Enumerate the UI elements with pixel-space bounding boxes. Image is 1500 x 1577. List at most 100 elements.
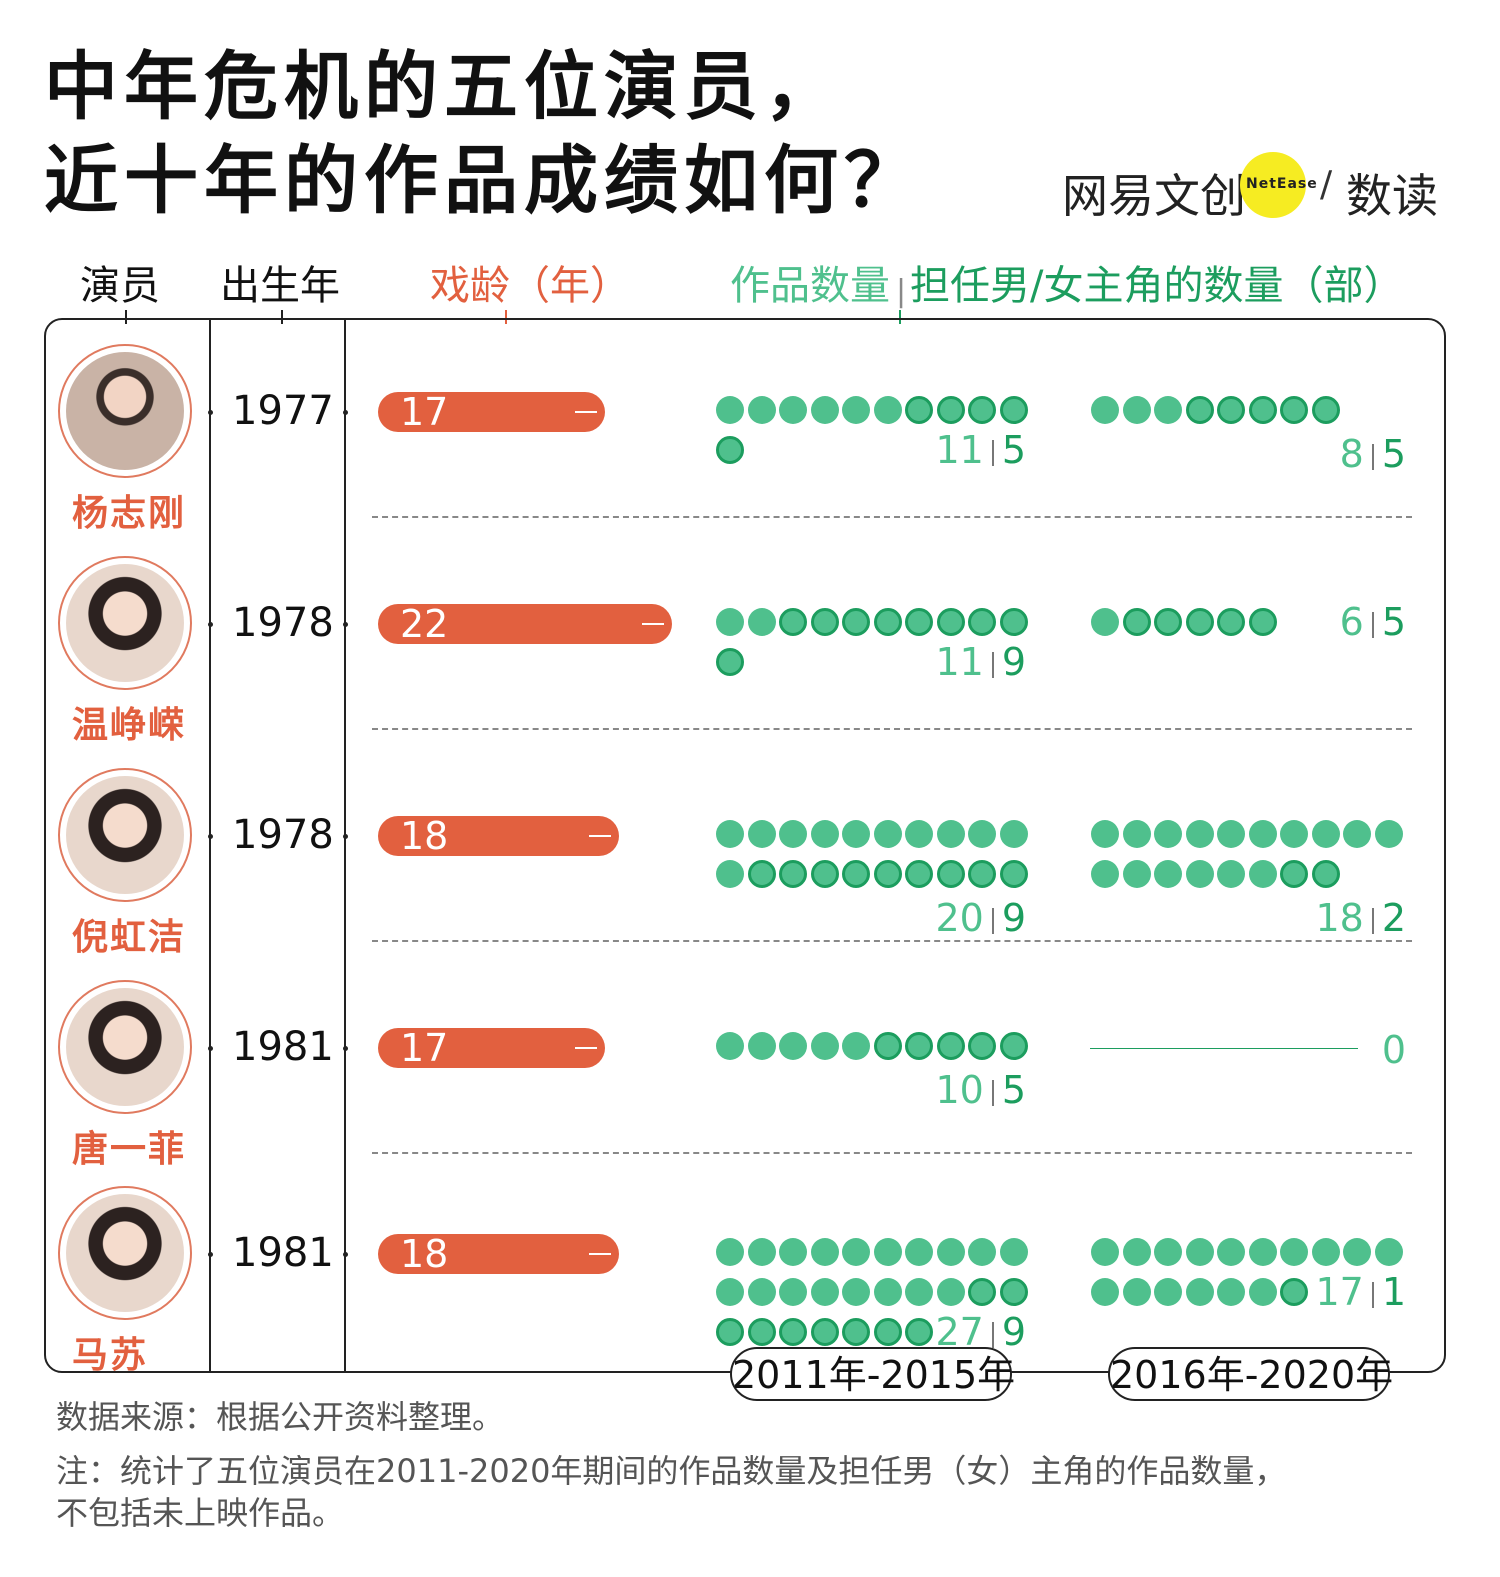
career-bar-label: 18 <box>400 814 449 858</box>
lead-role-dot <box>747 860 776 888</box>
count-label-2011_2015: 10 5 <box>935 1070 1026 1110</box>
work-dot <box>905 820 933 848</box>
lead-role-dot <box>968 396 996 424</box>
count-label-2011_2015: 11 5 <box>935 430 1026 470</box>
footer-note-line-1: 注：统计了五位演员在2011-2020年期间的作品数量及担任男（女）主角的作品数… <box>56 1452 1287 1490</box>
count-divider <box>991 439 994 466</box>
work-dot <box>716 396 744 424</box>
lead-role-dot <box>873 608 902 636</box>
works-count: 17 <box>1315 1270 1364 1314</box>
lead-role-dot <box>716 436 744 464</box>
career-bar: 18 <box>378 814 619 858</box>
lead-role-dot <box>968 860 996 888</box>
avatar-photo <box>66 988 184 1106</box>
lead-role-dot <box>1185 608 1214 636</box>
work-dot <box>1217 1238 1245 1266</box>
avatar <box>58 1186 192 1320</box>
work-dot <box>1374 1238 1403 1266</box>
header-works: 作品数量 <box>730 263 890 309</box>
lead-role-dot <box>810 608 839 636</box>
work-dot <box>810 820 839 848</box>
lead-role-dot <box>747 1318 776 1346</box>
avatar <box>58 344 192 478</box>
row-separator <box>372 728 1412 730</box>
work-dot <box>1311 820 1340 848</box>
lead-role-dot <box>999 608 1028 636</box>
row-dot <box>343 1252 348 1257</box>
work-dot <box>936 1278 965 1306</box>
work-dot <box>1122 1238 1151 1266</box>
lead-role-dot <box>779 860 807 888</box>
lead-role-dot <box>905 1032 933 1060</box>
lead-role-dot <box>905 860 933 888</box>
row-dot <box>343 622 348 627</box>
lead-role-dot <box>842 608 870 636</box>
work-dot <box>1091 608 1119 636</box>
header-birth-year: 出生年 <box>220 263 340 309</box>
lead-role-dot <box>842 860 870 888</box>
career-bar: 18 <box>378 1232 619 1276</box>
work-dot <box>716 608 744 636</box>
header-leads: 担任男/女主角的数量（部） <box>910 263 1404 309</box>
work-dot <box>747 396 776 424</box>
lead-role-dot <box>936 396 965 424</box>
row-dot <box>208 1046 213 1051</box>
leads-count: 5 <box>1381 600 1406 644</box>
works-count: 11 <box>935 428 984 472</box>
work-dot <box>905 1278 933 1306</box>
header-divider: | <box>896 274 907 309</box>
career-bar-label: 17 <box>400 1026 449 1070</box>
brand-right-text: 数读 <box>1346 169 1438 223</box>
footer-note-line-2: 不包括未上映作品。 <box>56 1494 345 1532</box>
work-dot <box>747 608 776 636</box>
work-dot <box>1311 1238 1340 1266</box>
work-dot <box>716 1238 744 1266</box>
lead-role-dot <box>1217 396 1245 424</box>
birth-year: 1981 <box>232 1230 334 1276</box>
lead-role-dot <box>810 860 839 888</box>
row-dot <box>343 834 348 839</box>
work-dot <box>968 820 996 848</box>
lead-role-dot <box>936 1032 965 1060</box>
count-divider <box>991 907 994 934</box>
work-dot <box>1217 1278 1245 1306</box>
actor-name: 唐一菲 <box>72 1129 187 1170</box>
work-dot <box>1248 860 1277 888</box>
avatar <box>58 980 192 1114</box>
lead-role-dot <box>1248 396 1277 424</box>
brand-left-text: 网易文创 <box>1062 169 1246 223</box>
work-dot <box>1280 1238 1308 1266</box>
header-actor: 演员 <box>80 263 160 309</box>
brand-badge: NetEase <box>1246 176 1318 192</box>
count-label-2011_2015: 27 9 <box>935 1312 1026 1352</box>
leads-count: 5 <box>1001 428 1026 472</box>
work-dot <box>842 1238 870 1266</box>
count-label-2011_2015: 11 9 <box>935 642 1026 682</box>
footer-source: 数据来源：根据公开资料整理。 <box>56 1398 505 1436</box>
lead-role-dot <box>999 396 1028 424</box>
work-dot <box>716 860 744 888</box>
work-dot <box>779 1032 807 1060</box>
work-dot <box>1248 1238 1277 1266</box>
brand-slash: / <box>1320 164 1333 205</box>
lead-role-dot <box>999 1032 1028 1060</box>
header-career: 戏龄（年） <box>430 263 630 309</box>
work-dot <box>873 820 902 848</box>
works-count: 18 <box>1315 896 1364 940</box>
work-dot <box>1217 860 1245 888</box>
row-separator <box>372 940 1412 942</box>
count-divider <box>991 1321 994 1348</box>
work-dot <box>1374 820 1403 848</box>
work-dot <box>1154 860 1182 888</box>
count-divider <box>1371 1281 1374 1308</box>
lead-role-dot <box>873 1032 902 1060</box>
birth-year: 1981 <box>232 1024 334 1070</box>
row-separator <box>372 516 1412 518</box>
work-dot <box>999 1238 1028 1266</box>
row-dot <box>343 410 348 415</box>
work-dot <box>999 820 1028 848</box>
work-dot <box>716 1278 744 1306</box>
work-dot <box>1122 860 1151 888</box>
count-divider <box>1371 907 1374 934</box>
work-dot <box>779 820 807 848</box>
